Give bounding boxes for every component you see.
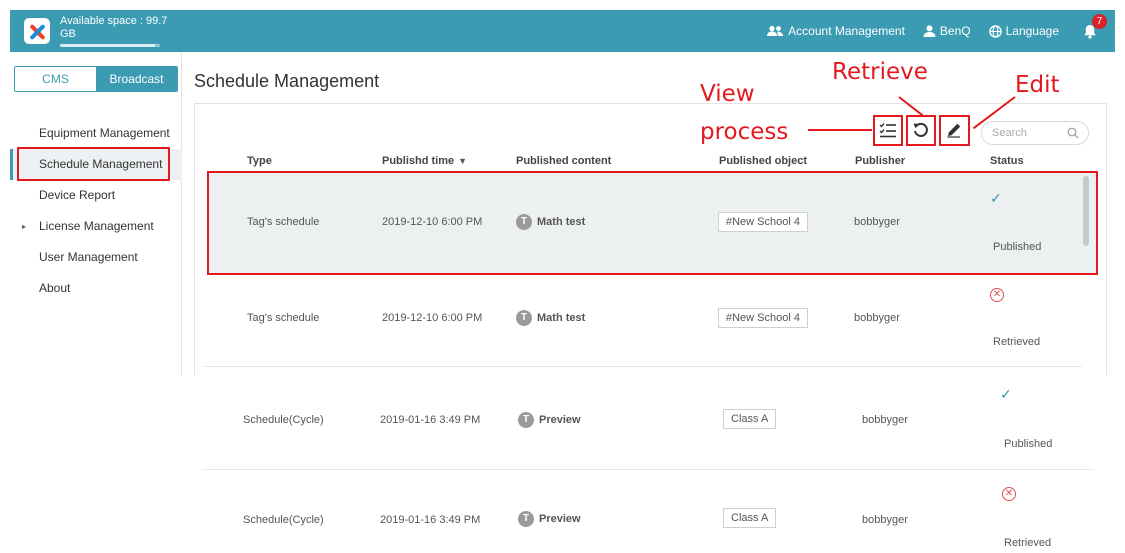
column-header-published-object: Published object (719, 155, 808, 167)
search-input[interactable] (992, 125, 1062, 141)
published-object-tag[interactable]: Class A (723, 508, 777, 528)
column-header-status: Status (990, 155, 1024, 167)
storage-bar (60, 44, 160, 47)
notification-badge: 7 (1092, 14, 1107, 29)
row-status: Published (1004, 438, 1053, 450)
language-label: Language (1005, 24, 1059, 38)
row-type: Schedule(Cycle) (243, 514, 324, 526)
mode-switch: CMS Broadcast (14, 66, 178, 92)
annotation-view-label: View (700, 81, 755, 107)
column-header-type: Type (247, 155, 272, 167)
annotation-edit-label: Edit (1015, 72, 1060, 98)
notifications-button[interactable]: 7 (1079, 14, 1107, 42)
row-publisher: bobbyger (862, 514, 908, 526)
sidebar: CMS Broadcast Equipment Management Sched… (10, 52, 182, 376)
highlight-box-retrieve (906, 115, 936, 146)
app-logo-icon[interactable] (24, 18, 50, 44)
row-divider (202, 469, 1094, 470)
sidebar-item-about[interactable]: About (10, 273, 182, 304)
search-box (981, 121, 1089, 145)
sort-desc-icon[interactable]: ▼ (458, 156, 467, 166)
check-icon: ✓ (1000, 386, 1012, 402)
users-icon (767, 25, 784, 36)
annotation-process-label: process (700, 119, 789, 145)
content-avatar: T (518, 412, 534, 428)
row-time: 2019-01-16 3:49 PM (380, 514, 481, 526)
row-content-label: Preview (539, 414, 581, 426)
row-content[interactable]: T Math test (516, 310, 585, 326)
user-icon (923, 25, 936, 37)
schedule-panel-lower (200, 375, 1105, 553)
row-type: Schedule(Cycle) (243, 414, 324, 426)
app-root: Available space : 99.7 GB Account Manage… (0, 0, 1125, 553)
published-object-tag[interactable]: Class A (723, 409, 777, 429)
row-content[interactable]: T Preview (518, 511, 581, 527)
sidebar-item-device-report[interactable]: Device Report (10, 180, 182, 211)
mode-tab-broadcast[interactable]: Broadcast (96, 67, 177, 91)
sidebar-item-label: License Management (39, 219, 154, 233)
storage-text: Available space : 99.7 GB (60, 15, 168, 40)
user-name: BenQ (939, 24, 971, 38)
storage-bar-fill (60, 44, 155, 47)
row-content-label: Math test (537, 312, 586, 324)
content-avatar: T (516, 310, 532, 326)
top-bar-actions: Account Management BenQ Language 7 (748, 10, 1107, 52)
globe-icon (988, 24, 1002, 38)
row-time: 2019-01-16 3:49 PM (380, 414, 481, 426)
cross-circle-icon: ✕ (1002, 487, 1016, 501)
row-publisher: bobbyger (854, 312, 900, 324)
highlight-box-row (207, 171, 1098, 275)
cross-circle-icon: ✕ (990, 288, 1004, 302)
sidebar-nav: Equipment Management Schedule Management… (10, 118, 182, 304)
published-object-tag[interactable]: #New School 4 (718, 308, 808, 328)
language-menu[interactable]: Language (988, 24, 1059, 38)
column-header-published-content: Published content (516, 155, 612, 167)
sidebar-item-equipment-management[interactable]: Equipment Management (10, 118, 182, 149)
highlight-box-edit (939, 115, 970, 146)
page-title: Schedule Management (194, 71, 380, 91)
row-status: Retrieved (1004, 537, 1052, 549)
user-menu[interactable]: BenQ (923, 24, 971, 38)
row-type: Tag's schedule (247, 312, 320, 324)
account-management-link[interactable]: Account Management (766, 24, 905, 38)
column-header-label: Publishd time (382, 155, 455, 167)
annotation-view-process-line (808, 129, 872, 131)
sidebar-item-license-management[interactable]: ▸ License Management (10, 211, 182, 242)
row-time: 2019-12-10 6:00 PM (382, 312, 483, 324)
search-icon[interactable] (1067, 127, 1079, 139)
row-publisher: bobbyger (862, 414, 908, 426)
sidebar-item-user-management[interactable]: User Management (10, 242, 182, 273)
row-divider (204, 366, 1082, 367)
column-header-published-time[interactable]: Publishd time ▼ (382, 155, 467, 167)
account-management-label: Account Management (788, 24, 905, 38)
highlight-box-sidebar (17, 147, 170, 181)
content-avatar: T (518, 511, 534, 527)
caret-right-icon: ▸ (22, 222, 27, 231)
row-content-label: Preview (539, 513, 581, 525)
annotation-retrieve-label: Retrieve (832, 59, 928, 85)
top-bar: Available space : 99.7 GB Account Manage… (10, 10, 1115, 52)
row-content[interactable]: T Preview (518, 412, 581, 428)
mode-tab-cms[interactable]: CMS (15, 67, 96, 91)
column-header-publisher: Publisher (855, 155, 906, 167)
row-status: Retrieved (993, 336, 1041, 348)
highlight-box-view-process (873, 115, 903, 146)
